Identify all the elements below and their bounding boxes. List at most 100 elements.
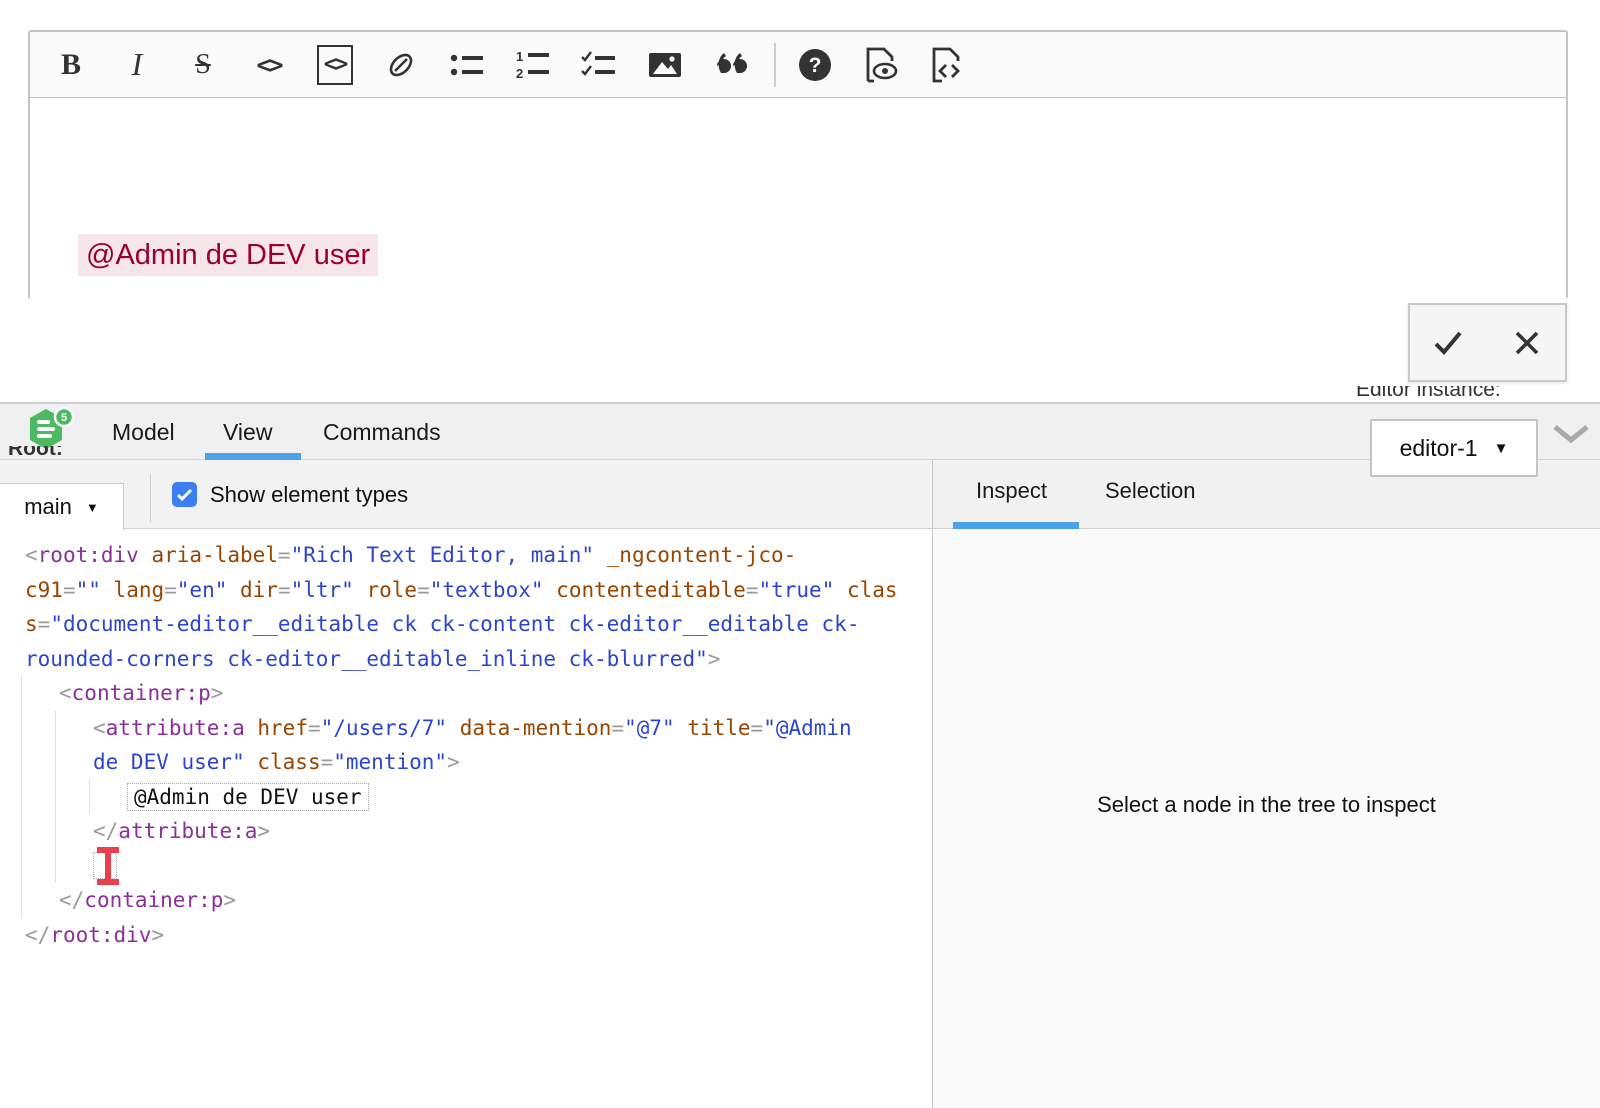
- checkmark-icon: [1432, 328, 1464, 358]
- select-caret-icon: ▼: [1494, 440, 1509, 457]
- italic-button[interactable]: I: [114, 37, 160, 93]
- code-token-val: "Rich Text Editor, main": [291, 543, 594, 567]
- tab-view[interactable]: View: [223, 404, 272, 460]
- view-tree-line[interactable]: <root:div aria-label="Rich Text Editor, …: [0, 538, 932, 573]
- close-icon: [1512, 328, 1542, 358]
- tab-selection[interactable]: Selection: [1105, 460, 1196, 522]
- code-token-p: </: [59, 888, 84, 912]
- view-tree-line[interactable]: <container:p>: [0, 676, 932, 711]
- collapse-inspector-button[interactable]: [1552, 424, 1590, 449]
- code-token-val: "@Admin: [763, 716, 852, 740]
- view-tree-line[interactable]: @Admin de DEV user: [0, 780, 932, 815]
- tab-model[interactable]: Model: [112, 404, 175, 460]
- tab-commands[interactable]: Commands: [323, 404, 441, 460]
- source-editing-button[interactable]: [924, 37, 970, 93]
- bulleted-list-button[interactable]: [444, 37, 490, 93]
- editor-instance-select[interactable]: editor-1 ▼: [1370, 419, 1538, 477]
- view-tree-line[interactable]: </attribute:a>: [0, 814, 932, 849]
- code-token-attr: clas: [847, 578, 898, 602]
- view-tree-line[interactable]: </container:p>: [0, 883, 932, 918]
- code-token-val: "document-editor__editable ck ck-content…: [50, 612, 859, 636]
- code-token-p: >: [708, 647, 721, 671]
- indent-guide: [89, 780, 90, 814]
- code-token-p: =: [278, 543, 291, 567]
- view-tree-line[interactable]: <attribute:a href="/users/7" data-mentio…: [0, 711, 932, 746]
- todo-list-button[interactable]: [576, 37, 622, 93]
- code-token-val: de DEV user": [93, 750, 245, 774]
- tab-inspect[interactable]: Inspect: [976, 460, 1047, 522]
- view-tree: <root:div aria-label="Rich Text Editor, …: [0, 530, 932, 1108]
- cancel-button[interactable]: [1511, 327, 1543, 359]
- code-token-attr: title: [687, 716, 750, 740]
- code-token-p: =: [38, 612, 51, 636]
- code-token-val: "@7": [624, 716, 675, 740]
- root-select-label: main: [24, 494, 72, 520]
- help-button[interactable]: ?: [792, 37, 838, 93]
- code-token-p: =: [308, 716, 321, 740]
- editable-area[interactable]: @Admin de DEV user: [30, 98, 1566, 299]
- code-token: [101, 578, 114, 602]
- document-preview-icon: [862, 47, 900, 83]
- insert-image-button[interactable]: [642, 37, 688, 93]
- code-token-val: rounded-corners ck-editor__editable_inli…: [25, 647, 708, 671]
- confirm-panel: [1408, 303, 1567, 382]
- inspect-empty-message: Select a node in the tree to inspect: [1097, 792, 1436, 818]
- code-token-p: =: [751, 716, 764, 740]
- code-token-val: "en": [177, 578, 228, 602]
- code-token-val: "textbox": [430, 578, 544, 602]
- mention-chip[interactable]: @Admin de DEV user: [78, 234, 378, 276]
- code-token-attr: _ngcontent-jco-: [607, 543, 797, 567]
- view-tree-line[interactable]: de DEV user" class="mention">: [0, 745, 932, 780]
- code-token: [675, 716, 688, 740]
- preview-button[interactable]: [858, 37, 904, 93]
- active-tab-underline: [205, 453, 301, 460]
- code-token-p: <: [25, 543, 38, 567]
- rich-text-editor: B I S <> <> 1 2: [28, 30, 1568, 299]
- code-token-tag: container:p: [84, 888, 223, 912]
- svg-text:1: 1: [516, 49, 523, 64]
- inspect-pane: Select a node in the tree to inspect: [933, 530, 1600, 1108]
- check-icon: [176, 488, 193, 502]
- root-select-main[interactable]: main ▼: [0, 483, 124, 530]
- code-token: [834, 578, 847, 602]
- code-block-button[interactable]: <>: [312, 37, 358, 93]
- strikethrough-button[interactable]: S: [180, 37, 226, 93]
- code-token-p: =: [278, 578, 291, 602]
- show-element-types-checkbox[interactable]: [172, 482, 197, 507]
- view-tree-line[interactable]: </root:div>: [0, 918, 932, 953]
- code-token-attr: c91: [25, 578, 63, 602]
- code-token-attr: role: [366, 578, 417, 602]
- numbered-list-button[interactable]: 1 2: [510, 37, 556, 93]
- inline-code-button[interactable]: <>: [246, 37, 292, 93]
- source-code-icon: [928, 47, 966, 83]
- toolbar-separator: [774, 43, 776, 87]
- root-label: Root:: [8, 446, 88, 461]
- code-token: [354, 578, 367, 602]
- view-tree-line[interactable]: rounded-corners ck-editor__editable_inli…: [0, 642, 932, 677]
- link-button[interactable]: [378, 37, 424, 93]
- code-token-attr: lang: [114, 578, 165, 602]
- numbered-list-icon: 1 2: [515, 49, 551, 81]
- code-token-attr: aria-label: [151, 543, 277, 567]
- indent-guide: [21, 676, 22, 918]
- help-icon: ?: [797, 47, 833, 83]
- block-quote-button[interactable]: [708, 37, 754, 93]
- bold-button[interactable]: B: [48, 37, 94, 93]
- view-tree-line[interactable]: s="document-editor__editable ck ck-conte…: [0, 607, 932, 642]
- code-token-tag: root:div: [38, 543, 139, 567]
- instance-select-value: editor-1: [1400, 435, 1478, 462]
- code-token-attr: data-mention: [460, 716, 612, 740]
- inspector-header: 5 Model View Commands: [0, 404, 1600, 460]
- svg-text:?: ?: [809, 54, 822, 77]
- code-token-val: "/users/7": [321, 716, 447, 740]
- code-token: [594, 543, 607, 567]
- accept-button[interactable]: [1432, 327, 1464, 359]
- bulleted-list-icon: [449, 50, 485, 80]
- view-tree-line[interactable]: [0, 849, 932, 884]
- link-icon: [384, 48, 418, 82]
- code-token-tag: container:p: [72, 681, 211, 705]
- code-token-p: =: [611, 716, 624, 740]
- code-token-p: >: [223, 888, 236, 912]
- view-tree-line[interactable]: c91="" lang="en" dir="ltr" role="textbox…: [0, 573, 932, 608]
- code-token-p: </: [25, 923, 50, 947]
